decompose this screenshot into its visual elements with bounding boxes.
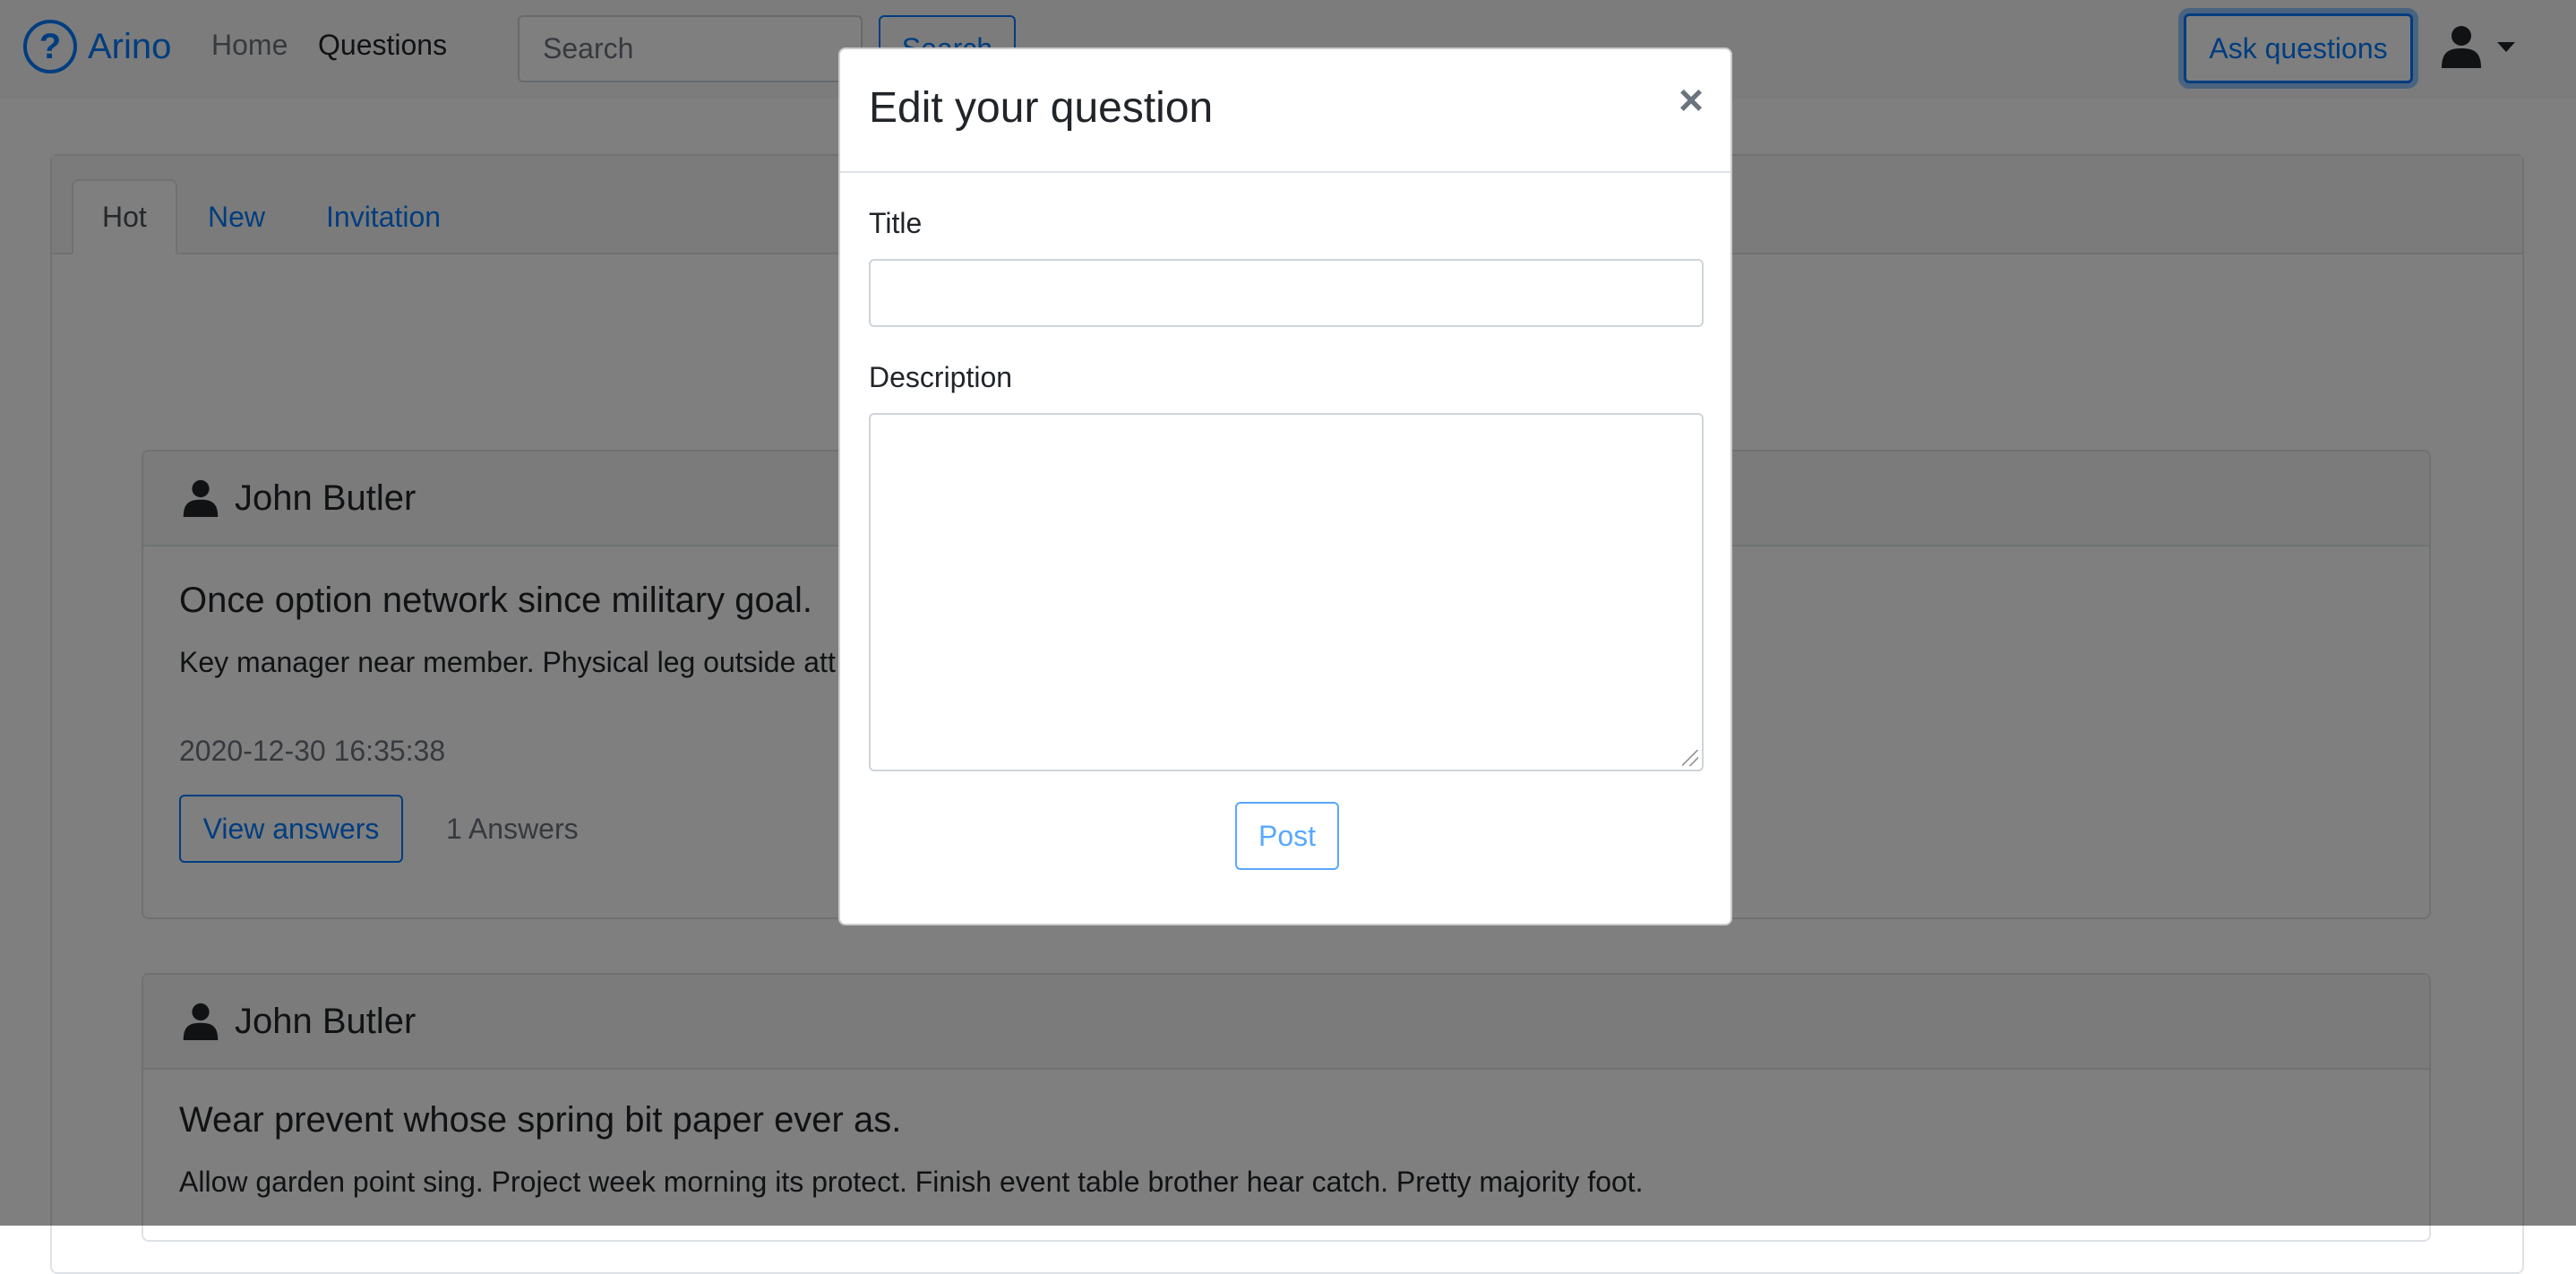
modal-title: Edit your question [869,84,1214,132]
title-input[interactable] [869,259,1704,327]
post-button[interactable]: Post [1235,802,1339,870]
edit-question-modal: Edit your question × Title Description P… [838,47,1732,925]
close-icon[interactable]: × [1679,80,1704,123]
description-textarea[interactable] [869,413,1704,771]
modal-header: Edit your question × [840,49,1730,173]
resize-handle-icon[interactable] [1682,750,1698,766]
description-label: Description [869,361,1013,393]
title-label: Title [869,207,923,239]
